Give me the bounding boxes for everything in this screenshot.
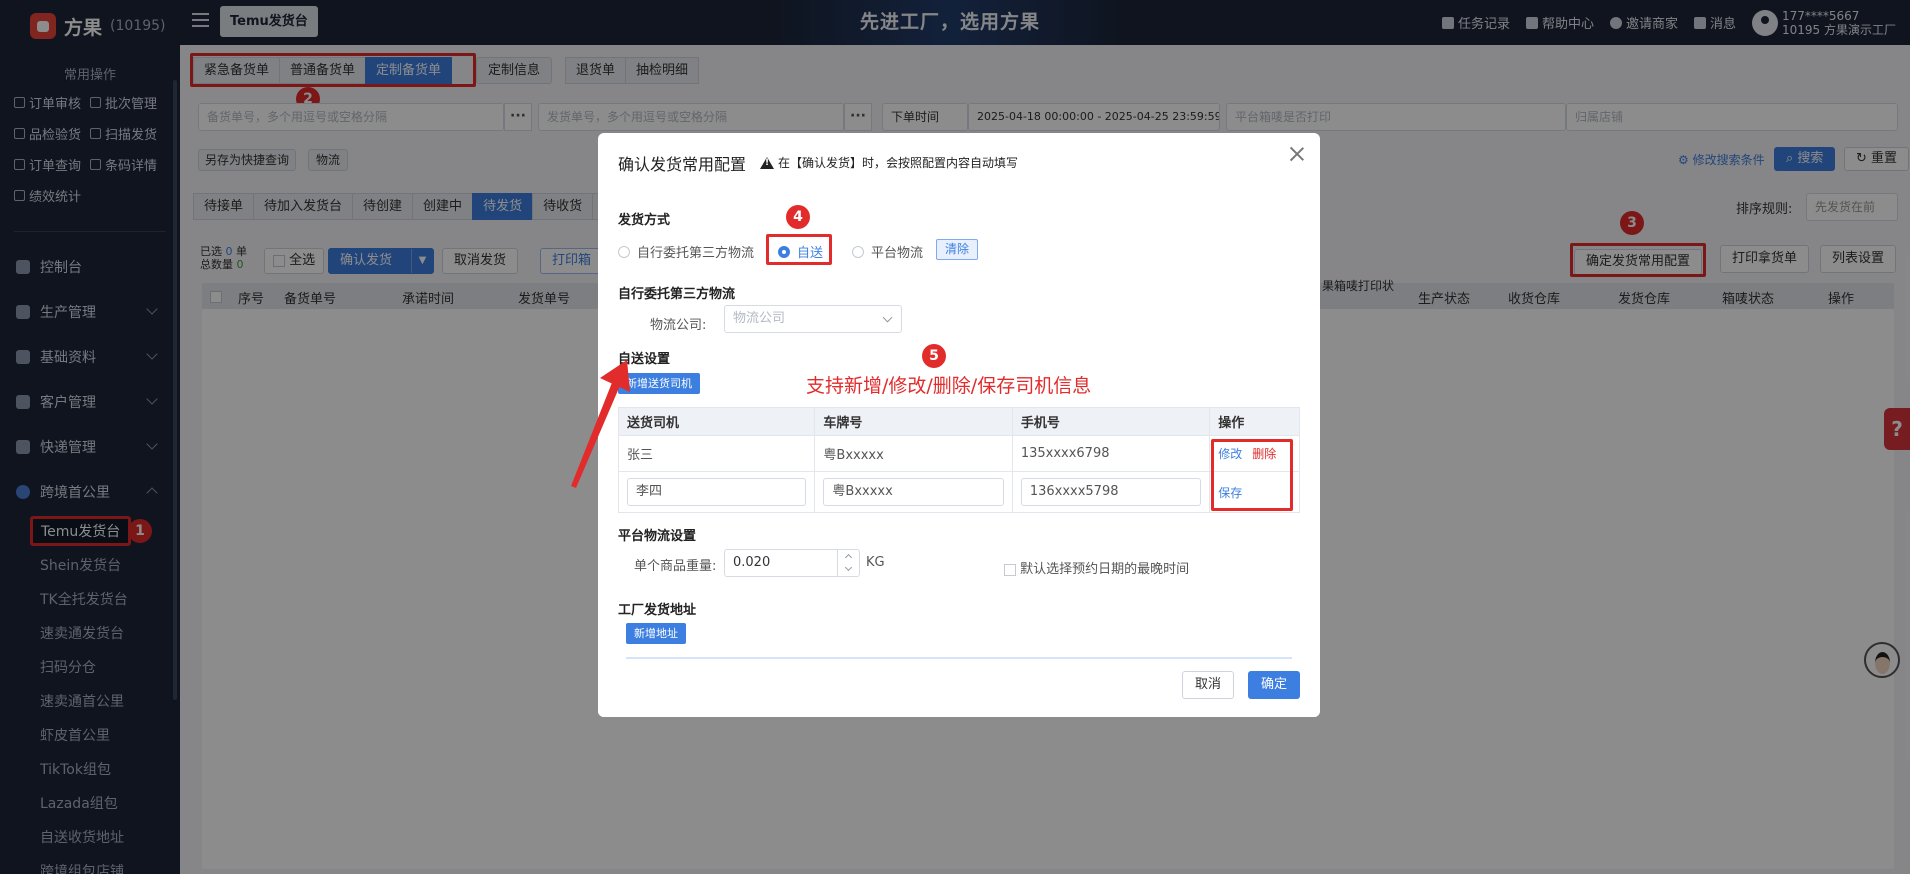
close-icon[interactable] [1288, 145, 1306, 163]
step-badge-5: 5 [922, 344, 946, 368]
stepper-arrows-icon[interactable] [837, 550, 859, 576]
dialog-footer: 取消 确定 [598, 661, 1320, 717]
checkbox-icon [1004, 563, 1016, 576]
clear-button[interactable]: 清除 [936, 239, 979, 260]
radio-platform[interactable]: 平台物流 [852, 242, 923, 261]
radio-icon [618, 245, 630, 258]
section-factory-address: 工厂发货地址 [618, 603, 697, 618]
dialog-title: 确认发货常用配置 [618, 155, 747, 174]
step-badge-4: 4 [786, 205, 810, 229]
annotation-text: 支持新增/修改/删除/保存司机信息 [806, 375, 1092, 397]
section-platform-logistics: 平台物流设置 [618, 529, 697, 544]
ship-config-dialog: 确认发货常用配置 在【确认发货】时，会按照配置内容自动填写 发货方式 自行委托第… [598, 133, 1320, 717]
warning-icon [760, 156, 774, 169]
radio-icon [852, 245, 864, 258]
driver-name-cell: 李四 [619, 472, 816, 512]
cancel-button[interactable]: 取消 [1182, 671, 1235, 699]
section-ship-method: 发货方式 [618, 213, 671, 228]
driver-phone-cell: 136xxxx5798 [1013, 472, 1211, 512]
select-placeholder: 物流公司 [733, 311, 786, 326]
annotation-arrow [571, 360, 630, 488]
section-third-party: 自行委托第三方物流 [618, 287, 736, 302]
table-row: 张三 粤Bxxxxx 135xxxx6798 修改 删除 [619, 436, 1299, 472]
table-row: 李四 粤Bxxxxx 136xxxx5798 保存 [619, 472, 1299, 512]
confirm-button[interactable]: 确定 [1248, 671, 1301, 699]
dialog-note: 在【确认发货】时，会按照配置内容自动填写 [760, 154, 1018, 171]
add-driver-button[interactable]: 新增送货司机 [618, 373, 700, 394]
driver-plate: 粤Bxxxxx [815, 436, 1013, 471]
driver-name: 张三 [619, 436, 816, 471]
col-driver: 送货司机 [619, 408, 816, 435]
company-select[interactable]: 物流公司 [724, 305, 902, 333]
weight-input[interactable]: 0.020 [724, 549, 860, 577]
col-phone: 手机号 [1013, 408, 1211, 435]
note-text: 在【确认发货】时，会按照配置内容自动填写 [778, 156, 1019, 170]
weight-unit: KG [866, 555, 885, 570]
driver-name-input[interactable]: 李四 [627, 478, 807, 506]
driver-phone-input[interactable]: 136xxxx5798 [1020, 478, 1202, 506]
driver-table-header: 送货司机 车牌号 手机号 操作 [619, 408, 1299, 436]
weight-label: 单个商品重量: [634, 559, 717, 574]
driver-phone: 135xxxx6798 [1013, 436, 1211, 471]
col-actions: 操作 [1218, 416, 1245, 431]
weight-value: 0.020 [733, 555, 771, 570]
radio-label: 自行委托第三方物流 [637, 246, 755, 261]
highlight-box-actions [1211, 439, 1293, 511]
address-list-edge [626, 657, 1292, 659]
col-plate: 车牌号 [815, 408, 1013, 435]
chevron-down-icon [882, 312, 893, 323]
company-label: 物流公司: [650, 318, 707, 333]
add-address-button[interactable]: 新增地址 [626, 623, 686, 644]
radio-label: 平台物流 [871, 246, 924, 261]
highlight-box-4 [766, 234, 832, 265]
checkbox-label: 默认选择预约日期的最晚时间 [1020, 562, 1190, 577]
driver-plate-cell: 粤Bxxxxx [815, 472, 1013, 512]
arrow-shaft [571, 370, 625, 488]
driver-plate-input[interactable]: 粤Bxxxxx [823, 478, 1004, 506]
radio-third-party[interactable]: 自行委托第三方物流 [618, 242, 754, 261]
latest-time-checkbox[interactable]: 默认选择预约日期的最晚时间 [1004, 558, 1189, 577]
driver-table: 送货司机 车牌号 手机号 操作 张三 粤Bxxxxx 135xxxx6798 修… [618, 407, 1300, 513]
